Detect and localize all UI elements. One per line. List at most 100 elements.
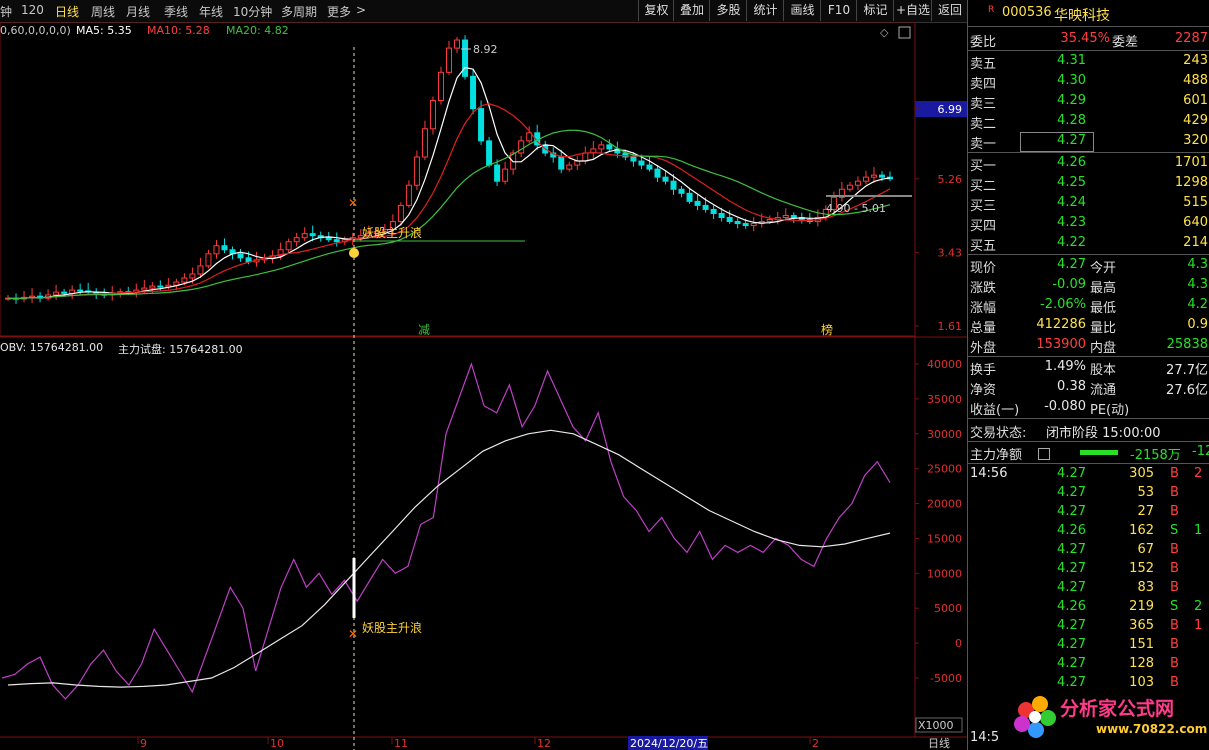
stat-row: 涨跌 -0.09 最高 4.3 — [968, 276, 1209, 296]
diamond-icon[interactable]: ◇ — [880, 26, 889, 39]
toolbar-button-2[interactable]: 多股 — [709, 0, 747, 21]
stat-value-2: 25838 — [1166, 337, 1208, 352]
candle-body — [574, 160, 581, 166]
toolbar-button-3[interactable]: 统计 — [746, 0, 784, 21]
bid-row: 买三 4.24 515 — [968, 194, 1209, 214]
obv-legend: OBV: 15764281.00 — [0, 341, 104, 354]
stat-label-2: 最高 — [1090, 281, 1117, 296]
ask-vol: 601 — [1183, 93, 1208, 108]
ma5-legend: MA5: 5.35 — [76, 24, 132, 37]
fund-label: 净资 — [970, 383, 997, 398]
candle-body — [862, 176, 869, 182]
signal-coin-icon — [349, 248, 359, 258]
stat-label: 涨幅 — [970, 301, 997, 316]
tick-vol: 128 — [1129, 656, 1154, 671]
weicha-value: 2287 — [1174, 31, 1208, 46]
tick-row: 4.26 219 S 2 — [968, 598, 1209, 617]
stat-value: 4.27 — [1057, 257, 1086, 272]
obv-tick-label: 10000 — [927, 567, 962, 580]
candle-body — [750, 223, 757, 227]
candle-body — [638, 160, 645, 166]
toolbar-button-6[interactable]: 标记 — [856, 0, 894, 21]
fund-row: 收益(一) -0.080 PE(动) — [968, 398, 1209, 418]
bid-price: 4.22 — [1057, 235, 1086, 250]
toolbar-item-4[interactable]: 月线 — [126, 3, 150, 20]
tick-time: 14:56 — [970, 466, 1008, 481]
toolbar-button-7[interactable]: +自选 — [893, 0, 932, 21]
candle-body — [77, 289, 84, 292]
marker-bang: 榜 — [821, 322, 833, 337]
stat-value-2: 4.3 — [1187, 277, 1208, 292]
maximize-icon[interactable] — [898, 26, 911, 39]
toolbar-item-6[interactable]: 年线 — [199, 3, 223, 20]
stat-label: 涨跌 — [970, 281, 997, 296]
kline-chart[interactable]: ◇6.995.263.431.618.924.90 - 5.01✕妖股主升浪减榜… — [0, 22, 967, 750]
toolbar-button-4[interactable]: 画线 — [783, 0, 821, 21]
fund-row: 净资 0.38 流通 27.6亿 — [968, 378, 1209, 398]
more-chevron-icon[interactable]: > — [356, 3, 366, 17]
range-label: 4.90 - 5.01 — [826, 202, 886, 215]
month-label: 9 — [140, 737, 147, 750]
stat-label: 总量 — [970, 321, 997, 336]
list-icon[interactable] — [1038, 448, 1050, 460]
fund-value: 0.38 — [1057, 379, 1086, 394]
toolbar-item-3[interactable]: 周线 — [91, 3, 115, 20]
toolbar-button-0[interactable]: 复权 — [638, 0, 674, 21]
tick-row: 4.27 67 B — [968, 541, 1209, 560]
tick-vol: 67 — [1137, 542, 1154, 557]
bid-price: 4.23 — [1057, 215, 1086, 230]
tick-vol: 83 — [1137, 580, 1154, 595]
ask-vol: 488 — [1183, 73, 1208, 88]
weibi-label: 委比 — [970, 35, 997, 50]
bid-vol: 515 — [1183, 195, 1208, 210]
tick-row: 4.27 27 B — [968, 503, 1209, 522]
weicha-label: 委差 — [1112, 35, 1139, 50]
toolbar-item-7[interactable]: 10分钟 — [233, 3, 272, 20]
watermark-title: 分析家公式网 — [1060, 698, 1175, 720]
fund-label-2: 股本 — [1090, 363, 1117, 378]
tick-price: 4.27 — [1057, 618, 1086, 633]
tick-count: 2 — [1194, 466, 1203, 481]
stat-label-2: 今开 — [1090, 261, 1117, 276]
toolbar-button-1[interactable]: 叠加 — [673, 0, 710, 21]
candle-body — [646, 164, 653, 170]
toolbar-item-5[interactable]: 季线 — [164, 3, 188, 20]
tick-price: 4.27 — [1057, 466, 1086, 481]
ma10-line — [7, 103, 891, 300]
toolbar-item-8[interactable]: 多周期 — [281, 3, 317, 20]
bid-label: 买三 — [970, 199, 997, 214]
net-label: 主力净额 — [970, 448, 1023, 463]
chart-toolbar: 钟 120 日线 周线 月线 季线 年线 10分钟 多周期 更多 > 复权 叠加 多股 统计 画线 F10 标记… — [0, 0, 967, 23]
toolbar-item-0[interactable]: 钟 — [0, 3, 12, 20]
site-watermark: 分析家公式网 www.70822.com — [1004, 690, 1207, 744]
toolbar-item-1[interactable]: 120 — [21, 3, 44, 17]
tick-row: 14:56 4.27 305 B 2 — [968, 465, 1209, 484]
toolbar-button-5[interactable]: F10 — [820, 0, 857, 21]
net-value: -2158万 — [1130, 448, 1181, 463]
tick-row: 4.27 53 B — [968, 484, 1209, 503]
toolbar-item-2[interactable]: 日线 — [55, 3, 79, 20]
tick-price: 4.27 — [1057, 637, 1086, 652]
ma10-legend: MA10: 5.28 — [147, 24, 210, 37]
candle-body — [718, 212, 725, 218]
month-label: 12 — [537, 737, 551, 750]
stat-value: 412286 — [1036, 317, 1086, 332]
stat-label-2: 内盘 — [1090, 341, 1117, 356]
stock-name: 华映科技 — [1054, 8, 1110, 24]
fund-value-2: 27.6亿 — [1166, 383, 1208, 398]
tick-side: B — [1170, 504, 1179, 519]
toolbar-item-9[interactable]: 更多 — [327, 3, 351, 20]
fund-label: 换手 — [970, 363, 997, 378]
candles — [5, 35, 893, 304]
ask-row: 卖三 4.29 601 — [968, 92, 1209, 112]
bid-row: 买一 4.26 1701 — [968, 154, 1209, 174]
tick-side: B — [1170, 656, 1179, 671]
month-label: 2 — [812, 737, 819, 750]
candle-body — [309, 233, 316, 237]
candle-body — [630, 156, 637, 162]
candle-body — [702, 204, 709, 210]
toolbar-button-8[interactable]: 返回 — [931, 0, 968, 21]
candle-body — [782, 214, 789, 219]
trade-status-row: 交易状态: 闭市阶段 15:00:00 — [968, 421, 1209, 441]
candle-body — [662, 176, 669, 182]
